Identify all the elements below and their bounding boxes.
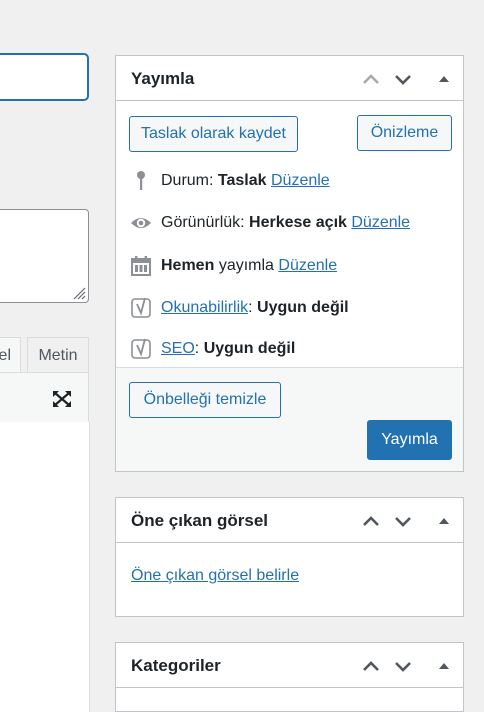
save-draft-button[interactable]: Taslak olarak kaydet xyxy=(129,116,298,152)
excerpt-textarea[interactable] xyxy=(0,209,89,303)
seo-row: SEO: Uygun değil xyxy=(130,338,295,360)
readability-link[interactable]: Okunabilirlik xyxy=(161,299,248,316)
move-down-icon[interactable] xyxy=(393,69,413,89)
schedule-edit-link[interactable]: Düzenle xyxy=(278,257,337,274)
move-down-icon[interactable] xyxy=(393,511,413,531)
readability-value: Uygun değil xyxy=(257,299,349,317)
set-featured-image-link[interactable]: Öne çıkan görsel belirle xyxy=(131,565,299,587)
toggle-panel-icon[interactable] xyxy=(434,511,454,531)
status-row: Durum: Taslak Düzenle xyxy=(130,170,330,192)
yoast-icon xyxy=(130,297,152,319)
post-title-input[interactable] xyxy=(0,54,88,100)
schedule-value: Hemen xyxy=(161,257,215,275)
pin-icon xyxy=(130,170,152,192)
categories-title: Kategoriler xyxy=(131,656,221,675)
yoast-icon xyxy=(130,338,152,360)
featured-image-header: Öne çıkan görsel xyxy=(116,498,463,543)
categories-header: Kategoriler xyxy=(116,643,463,688)
schedule-label: yayımla xyxy=(218,257,274,275)
editor-tabs: el Metin xyxy=(0,337,90,372)
preview-button[interactable]: Önizleme xyxy=(357,115,452,151)
schedule-row: Hemen yayımla Düzenle xyxy=(130,255,337,277)
visibility-row: Görünürlük: Herkese açık Düzenle xyxy=(130,212,410,234)
clear-cache-button[interactable]: Önbelleği temizle xyxy=(129,382,281,418)
move-down-icon[interactable] xyxy=(393,656,413,676)
toggle-panel-icon[interactable] xyxy=(434,656,454,676)
editor-toolbar xyxy=(0,372,89,423)
seo-value: Uygun değil xyxy=(203,340,296,358)
editor-content-area[interactable] xyxy=(0,422,90,712)
resize-handle-icon[interactable] xyxy=(70,284,86,300)
visibility-label: Görünürlük: xyxy=(161,214,245,232)
toggle-panel-icon[interactable] xyxy=(434,69,454,89)
move-up-icon[interactable] xyxy=(361,511,381,531)
fullscreen-icon[interactable] xyxy=(51,389,73,409)
featured-image-box: Öne çıkan görsel Öne çıkan görsel belirl… xyxy=(115,497,464,617)
seo-link[interactable]: SEO xyxy=(161,340,195,357)
publish-box-header: Yayımla xyxy=(116,56,463,101)
move-up-icon[interactable] xyxy=(361,656,381,676)
visibility-value: Herkese açık xyxy=(249,214,347,232)
move-up-icon[interactable] xyxy=(361,69,381,89)
seo-separator: : xyxy=(194,340,200,358)
status-edit-link[interactable]: Düzenle xyxy=(271,172,330,189)
status-value: Taslak xyxy=(217,172,267,190)
calendar-icon xyxy=(130,255,152,277)
visibility-edit-link[interactable]: Düzenle xyxy=(351,214,410,231)
status-label: Durum: xyxy=(161,172,214,190)
publish-box-title: Yayımla xyxy=(131,69,195,88)
publish-box: Yayımla Taslak olarak kaydet Önizleme Du… xyxy=(115,55,464,472)
eye-icon xyxy=(130,212,152,234)
readability-row: Okunabilirlik: Uygun değil xyxy=(130,297,349,319)
categories-box: Kategoriler xyxy=(115,642,464,712)
publish-actions: Önbelleği temizle Yayımla xyxy=(116,367,463,471)
tab-visual[interactable]: el xyxy=(0,337,21,372)
tab-text[interactable]: Metin xyxy=(27,337,89,372)
readability-separator: : xyxy=(248,299,253,317)
publish-button[interactable]: Yayımla xyxy=(367,420,452,460)
featured-image-title: Öne çıkan görsel xyxy=(131,511,268,530)
